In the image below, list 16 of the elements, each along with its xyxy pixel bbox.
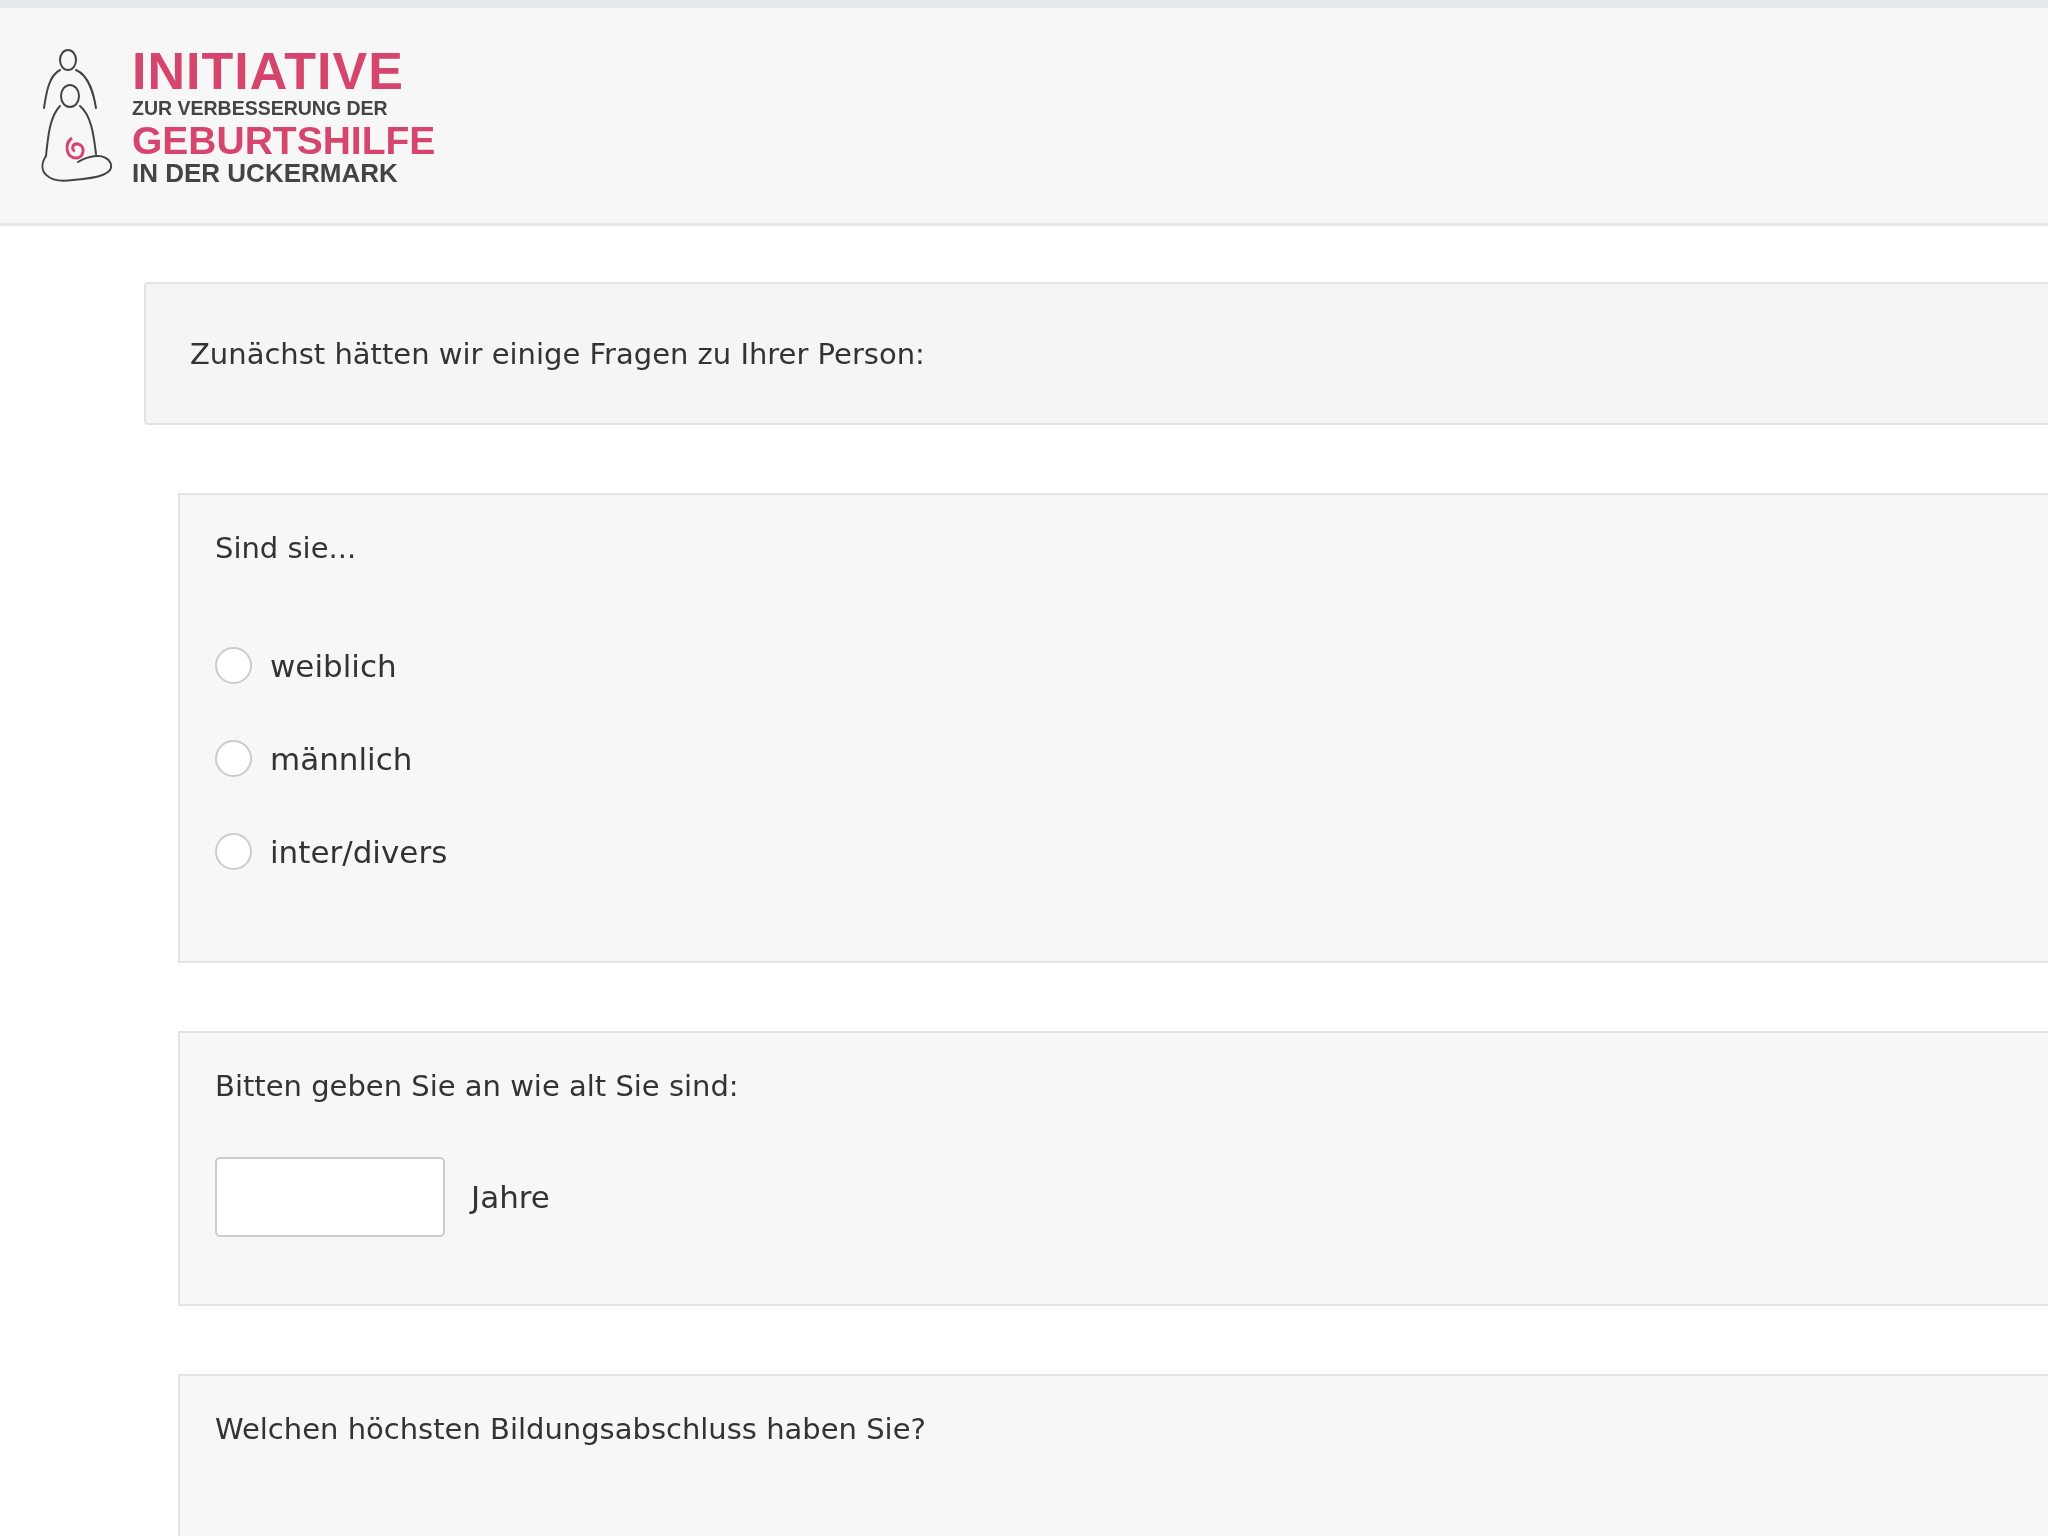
question-text: Welchen höchsten Bildungsabschluss haben Sie? xyxy=(215,1412,927,1446)
logo-text: GEBURTSHILFE xyxy=(132,120,436,160)
radio-button[interactable] xyxy=(215,740,252,777)
option-label[interactable]: männlich xyxy=(270,740,413,777)
option-label[interactable]: inter/divers xyxy=(270,833,448,870)
radio-button[interactable] xyxy=(215,833,252,870)
question-text: Bitten geben Sie an wie alt Sie sind: xyxy=(215,1069,740,1103)
question-text: Sind sie... xyxy=(215,531,358,565)
age-input-field[interactable] xyxy=(215,1157,445,1237)
logo-text: ZUR VERBESSERUNG DER xyxy=(132,99,389,119)
unit-label: Jahre xyxy=(471,1179,550,1215)
logo-text: IN DER UCKERMARK xyxy=(132,159,399,186)
option-label[interactable]: weiblich xyxy=(270,647,397,684)
intro-text: Zunächst hätten wir einige Fragen zu Ihrer Person: xyxy=(190,336,925,371)
radio-button[interactable] xyxy=(215,647,252,684)
logo-text: INITIATIVE xyxy=(132,45,405,98)
